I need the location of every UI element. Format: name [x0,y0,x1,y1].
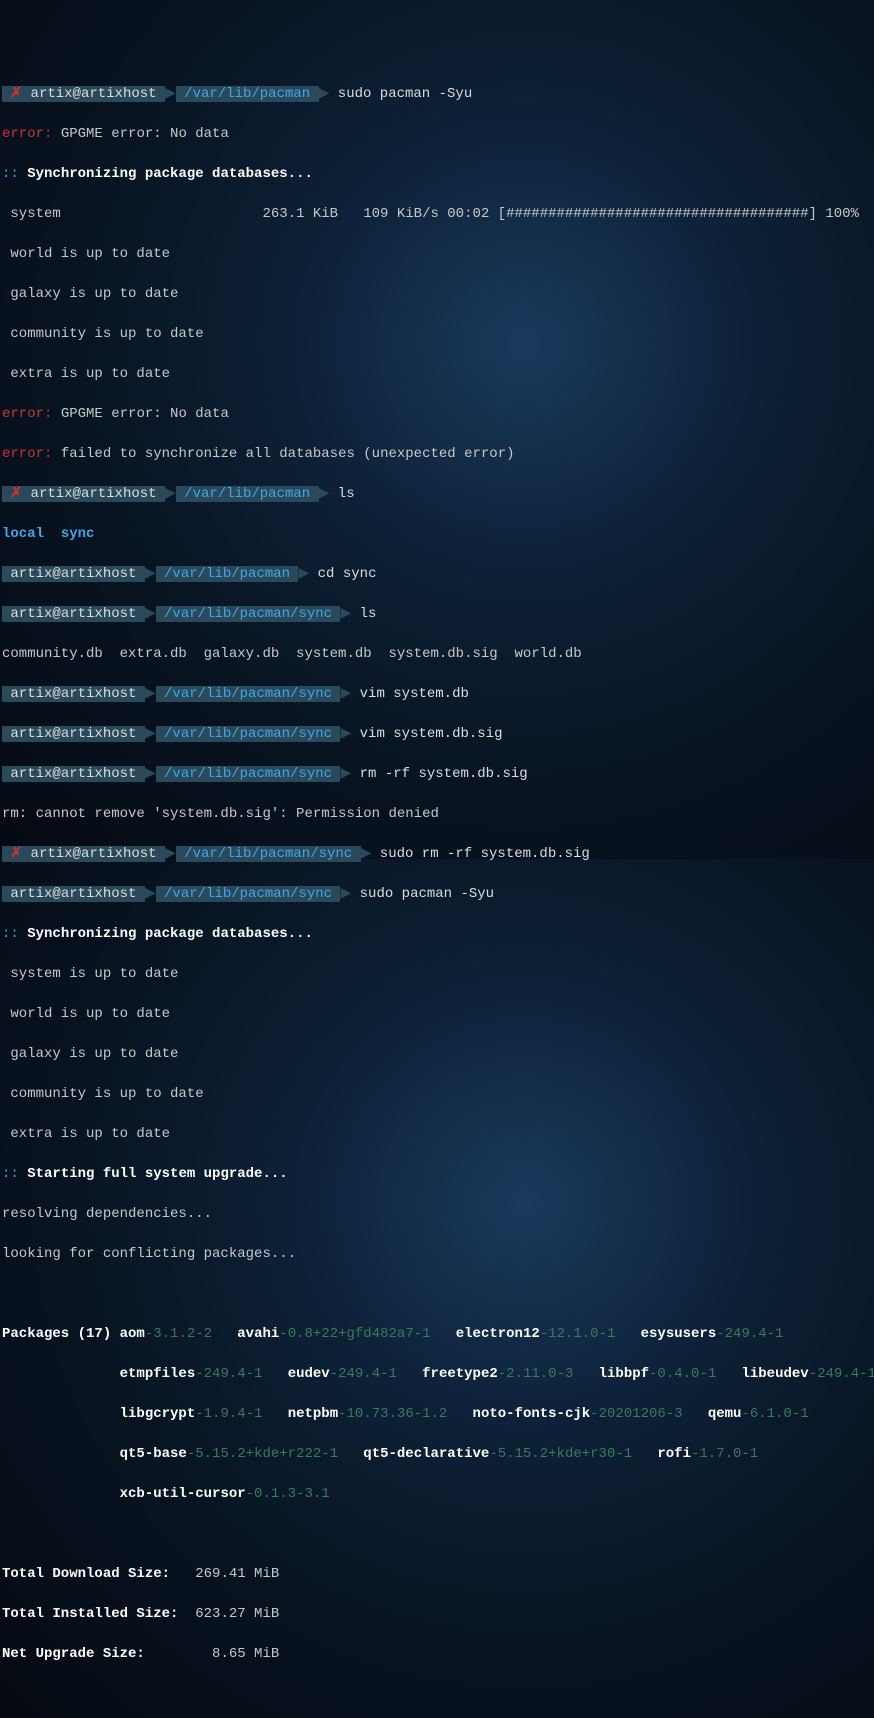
repo-status: galaxy is up to date [2,1044,872,1064]
prompt-line: artix@artixhost ▶ /var/lib/pacman/sync ▶… [2,724,872,744]
repo-status: community is up to date [2,1084,872,1104]
error-line: error: GPGME error: No data [2,124,872,144]
repo-status: world is up to date [2,244,872,264]
command: ls [360,606,377,622]
repo-status: galaxy is up to date [2,284,872,304]
prompt-line: artix@artixhost ▶ /var/lib/pacman/sync ▶… [2,604,872,624]
command: cd sync [318,566,377,582]
command: sudo rm -rf system.db.sig [380,846,590,862]
status-fail-icon: ✗ [10,86,22,102]
rm-error: rm: cannot remove 'system.db.sig': Permi… [2,804,872,824]
repo-status: community is up to date [2,324,872,344]
repo-status: world is up to date [2,1004,872,1024]
error-line: error: GPGME error: No data [2,404,872,424]
ls-output: local sync [2,524,872,544]
command: sudo pacman -Syu [338,86,472,102]
prompt-line: artix@artixhost ▶ /var/lib/pacman/sync ▶… [2,884,872,904]
repo-status: system is up to date [2,964,872,984]
command: sudo pacman -Syu [360,886,494,902]
prompt-line: ✗ artix@artixhost ▶ /var/lib/pacman ▶ ls [2,484,872,504]
check-conflicts: looking for conflicting packages... [2,1244,872,1264]
packages-list: xcb-util-cursor-0.1.3-3.1 [2,1484,872,1504]
ls-output: community.db extra.db galaxy.db system.d… [2,644,872,664]
resolve-deps: resolving dependencies... [2,1204,872,1224]
repo-status: extra is up to date [2,1124,872,1144]
packages-list: etmpfiles-249.4-1 eudev-249.4-1 freetype… [2,1364,872,1384]
command: vim system.db [360,686,469,702]
packages-list: Packages (17) aom-3.1.2-2 avahi-0.8+22+g… [2,1324,872,1344]
packages-list: qt5-base-5.15.2+kde+r222-1 qt5-declarati… [2,1444,872,1464]
upgrade-header: :: Starting full system upgrade... [2,1164,872,1184]
command: vim system.db.sig [360,726,503,742]
status-fail-icon: ✗ [10,846,22,862]
download-progress: system 263.1 KiB 109 KiB/s 00:02 [######… [2,204,872,224]
total-installed: Total Installed Size: 623.27 MiB [2,1604,872,1624]
total-download: Total Download Size: 269.41 MiB [2,1564,872,1584]
packages-list: libgcrypt-1.9.4-1 netpbm-10.73.36-1.2 no… [2,1404,872,1424]
status-fail-icon: ✗ [10,486,22,502]
error-line: error: failed to synchronize all databas… [2,444,872,464]
command: rm -rf system.db.sig [360,766,528,782]
prompt-line: ✗ artix@artixhost ▶ /var/lib/pacman ▶ su… [2,84,872,104]
prompt-line: artix@artixhost ▶ /var/lib/pacman ▶ cd s… [2,564,872,584]
command: ls [338,486,355,502]
repo-status: extra is up to date [2,364,872,384]
sync-header: :: Synchronizing package databases... [2,924,872,944]
sync-header: :: Synchronizing package databases... [2,164,872,184]
net-upgrade: Net Upgrade Size: 8.65 MiB [2,1644,872,1664]
prompt-line: artix@artixhost ▶ /var/lib/pacman/sync ▶… [2,684,872,704]
prompt-line: ✗ artix@artixhost ▶ /var/lib/pacman/sync… [2,844,872,864]
prompt-line: artix@artixhost ▶ /var/lib/pacman/sync ▶… [2,764,872,784]
